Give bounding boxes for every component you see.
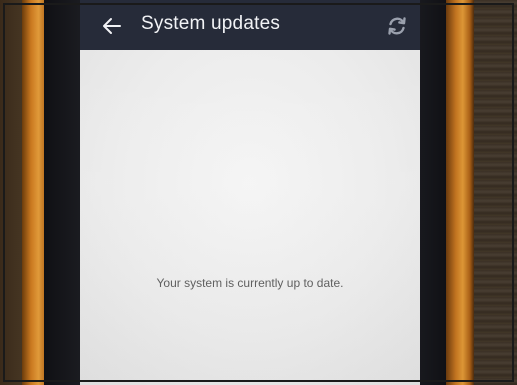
refresh-icon[interactable]: [385, 14, 409, 38]
updates-content: Your system is currently up to date.: [80, 50, 420, 385]
update-status-message: Your system is currently up to date.: [156, 276, 344, 290]
phone-screen: System updates Your system is currently …: [80, 0, 420, 385]
carpet-surface: [471, 0, 517, 385]
app-bar: System updates: [80, 0, 420, 50]
arrow-back-icon[interactable]: [100, 14, 124, 38]
photo: System updates Your system is currently …: [0, 0, 517, 385]
phone-case-right-edge: [446, 0, 474, 385]
page-title: System updates: [141, 13, 281, 34]
